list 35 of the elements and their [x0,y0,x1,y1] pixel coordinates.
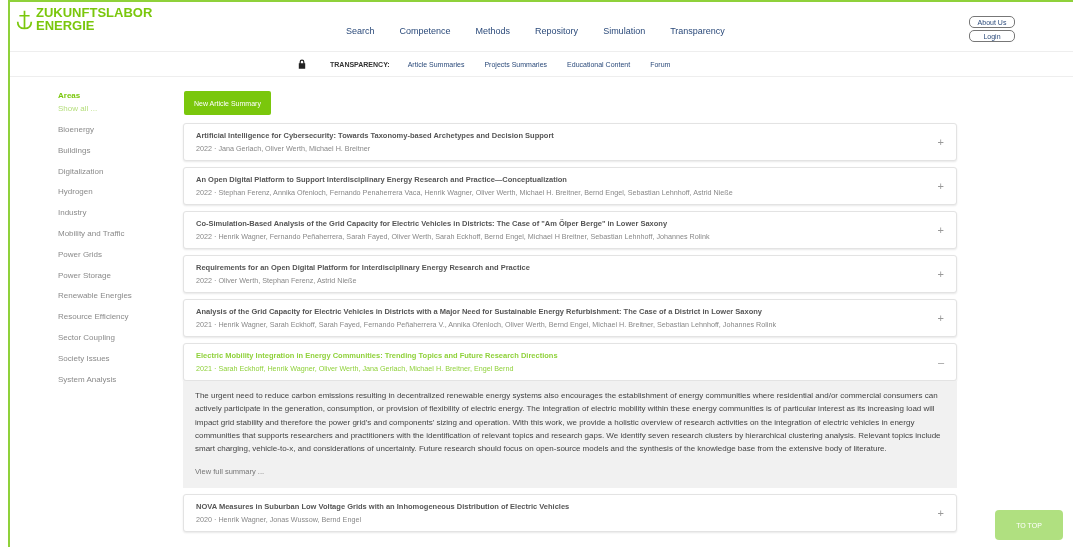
sidebar-item[interactable]: Buildings [58,145,183,167]
article-card[interactable] [183,211,957,249]
nav-link[interactable]: Methods [475,26,511,36]
sidebar-item[interactable]: Sector Coupling [58,332,183,354]
expand-toggle[interactable]: – [937,356,944,368]
logo-text: ENERGIE [36,19,96,32]
lock-icon [298,59,306,69]
nav-link[interactable]: Transparency [670,26,725,36]
sidebar-item[interactable]: Power Grids [58,249,183,271]
anchor-icon [16,8,33,32]
sidebar-item[interactable]: Bioenergy [58,125,183,146]
expand-toggle[interactable]: + [937,180,944,192]
sidebar-item[interactable]: Digitalization [58,166,183,188]
sidebar-item[interactable]: Resource Efficiency [58,312,183,333]
sidebar-item[interactable]: System Analysis [58,374,183,396]
nav-link[interactable]: Simulation [603,26,646,36]
expand-toggle[interactable]: + [937,507,944,520]
logo-text: ZUKUNFTSLABOR [36,6,153,19]
expand-toggle[interactable]: + [937,268,944,280]
nav-link[interactable]: Repository [535,26,579,36]
nav-link[interactable]: Competence [399,26,451,36]
expand-toggle[interactable]: + [937,312,944,324]
sidebar-item[interactable]: Mobility and Traffic [58,229,183,250]
nav-link[interactable]: Search [346,26,375,36]
sidebar-item[interactable]: Power Storage [58,270,183,292]
sidebar-item[interactable]: Society Issues [58,353,183,375]
summary-text: The urgent need to reduce carbon emissions resulting in decentralized renewable energy systems also encourages the establishment of energy communities where residential and/or commercial consumers can actively participate in the generation, consumption, or provision of flexibility of electric energy. The integration of electric mobility within these energy communities is of particular interest as its increasing load will impact grid stability and therefore the power grid's and components' sizing and operation. With this work, we provide a holistic overview of research activities on the integration of electric vehicles in energy communities that supports researchers and practitioners with the identification of relevant topics and research gaps. We identify seven research clusters by hierarchical clustering analysis. Relevant topics include smart charging, vehicle-to-x, and considerations of uncertainty. Future research should focus on open-source models and the synthesis of the knowledge base from the extensive body of literature. [195,390,942,456]
article-card[interactable] [183,167,957,205]
sidebar-item[interactable]: Hydrogen [58,187,183,209]
expand-toggle[interactable]: + [937,224,944,236]
article-card[interactable] [183,299,957,337]
sidebar-item[interactable]: Renewable Energies [58,291,183,313]
sidebar-heading: Areas [58,91,82,102]
sidebar-item[interactable]: Industry [58,208,183,229]
expand-toggle[interactable]: + [937,136,944,148]
